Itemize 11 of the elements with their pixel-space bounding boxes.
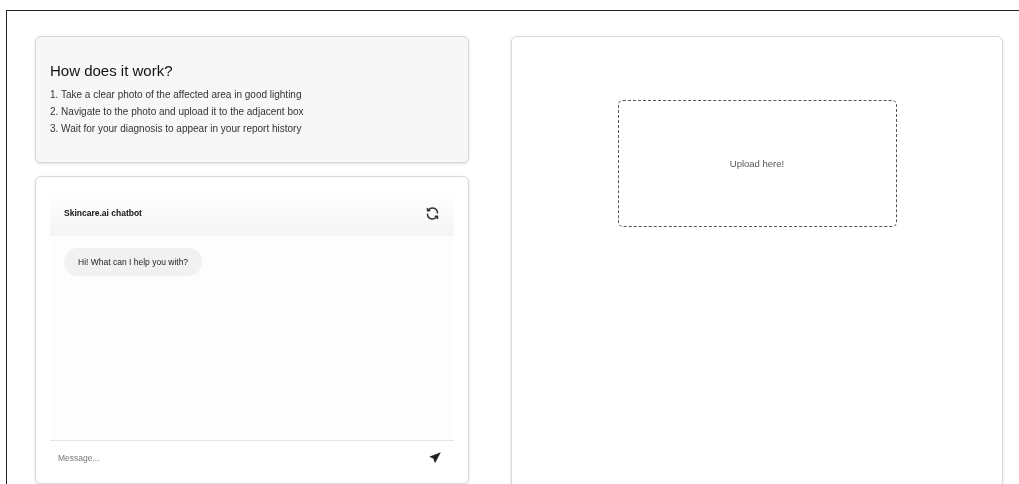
step-text: 1. Take a clear photo of the affected area in good lighting: [50, 89, 303, 100]
refresh-icon[interactable]: [425, 205, 440, 221]
chat-title: Skincare.ai chatbot: [64, 208, 142, 218]
chat-message: Hi! What can I help you with?: [64, 247, 203, 276]
info-title: How does it work?: [50, 62, 174, 79]
upload-label: Upload here!: [729, 158, 785, 169]
message-input[interactable]: Message...: [56, 451, 260, 464]
send-icon[interactable]: [428, 450, 442, 465]
upload-dropzone[interactable]: Upload here!: [617, 100, 897, 227]
step-text: 3. Wait for your diagnosis to appear in your report history: [50, 123, 303, 134]
step-text: 2. Navigate to the photo and upload it to the adjacent box: [50, 106, 305, 117]
